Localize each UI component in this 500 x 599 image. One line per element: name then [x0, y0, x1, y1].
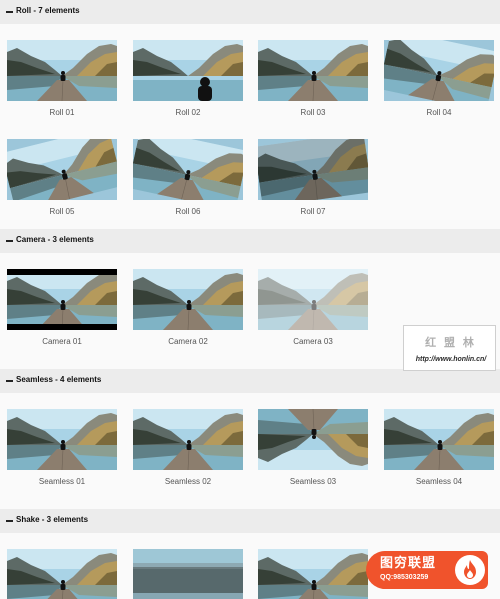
section-header[interactable]: Shake - 3 elements — [0, 509, 500, 533]
section-header[interactable]: Roll - 7 elements — [0, 0, 500, 24]
section-title: Shake - 3 elements — [16, 515, 89, 524]
preview-thumbnail[interactable] — [7, 549, 117, 599]
element-label: Seamless 03 — [289, 477, 337, 486]
element-label: Roll 02 — [175, 108, 201, 117]
element-label: Seamless 02 — [164, 477, 212, 486]
preview-thumbnail[interactable] — [133, 269, 243, 330]
letterbox-bar — [7, 324, 117, 330]
collapse-icon[interactable] — [6, 240, 13, 242]
letterbox-bar — [7, 269, 117, 275]
element-label: Camera 02 — [168, 337, 208, 346]
promo-badge-title: 图穷联盟 — [380, 555, 437, 570]
preview-thumbnail[interactable] — [133, 40, 243, 101]
preview-thumbnail[interactable] — [258, 409, 368, 470]
preview-thumbnail[interactable] — [258, 549, 368, 599]
flame-icon — [455, 555, 485, 585]
section-title: Seamless - 4 elements — [16, 375, 102, 384]
element-label: Roll 04 — [426, 108, 452, 117]
element-label: Seamless 04 — [415, 477, 463, 486]
section-title: Roll - 7 elements — [16, 6, 80, 15]
section-header[interactable]: Camera - 3 elements — [0, 229, 500, 253]
watermark-title: 红 盟 林 — [425, 336, 476, 349]
preview-thumbnail[interactable] — [133, 139, 243, 200]
section-header[interactable]: Seamless - 4 elements — [0, 369, 500, 393]
preview-thumbnail[interactable] — [7, 269, 117, 330]
element-label: Seamless 01 — [38, 477, 86, 486]
element-label: Roll 06 — [175, 207, 201, 216]
preview-thumbnail[interactable] — [384, 409, 494, 470]
preview-thumbnail[interactable] — [258, 269, 368, 330]
element-label: Roll 07 — [300, 207, 326, 216]
element-label: Roll 03 — [300, 108, 326, 117]
preview-thumbnail[interactable] — [133, 409, 243, 470]
section-title: Camera - 3 elements — [16, 235, 94, 244]
preview-thumbnail[interactable] — [7, 139, 117, 200]
preview-thumbnail[interactable] — [384, 40, 494, 101]
preview-thumbnail[interactable] — [7, 409, 117, 470]
preview-thumbnail[interactable] — [258, 139, 368, 200]
promo-badge-qq: QQ:985303259 — [380, 574, 429, 581]
watermark: 红 盟 林 http://www.honlin.cn/ — [403, 325, 496, 371]
promo-badge[interactable]: 图穷联盟 QQ:985303259 — [366, 551, 488, 589]
element-label: Roll 01 — [49, 108, 75, 117]
watermark-url: http://www.honlin.cn/ — [415, 356, 487, 363]
collapse-icon[interactable] — [6, 520, 13, 522]
preview-thumbnail[interactable] — [7, 40, 117, 101]
collapse-icon[interactable] — [6, 11, 13, 13]
preview-thumbnail[interactable] — [258, 40, 368, 101]
element-label: Camera 03 — [293, 337, 333, 346]
element-label: Camera 01 — [42, 337, 82, 346]
preview-thumbnail[interactable] — [133, 549, 243, 599]
collapse-icon[interactable] — [6, 380, 13, 382]
element-label: Roll 05 — [49, 207, 75, 216]
